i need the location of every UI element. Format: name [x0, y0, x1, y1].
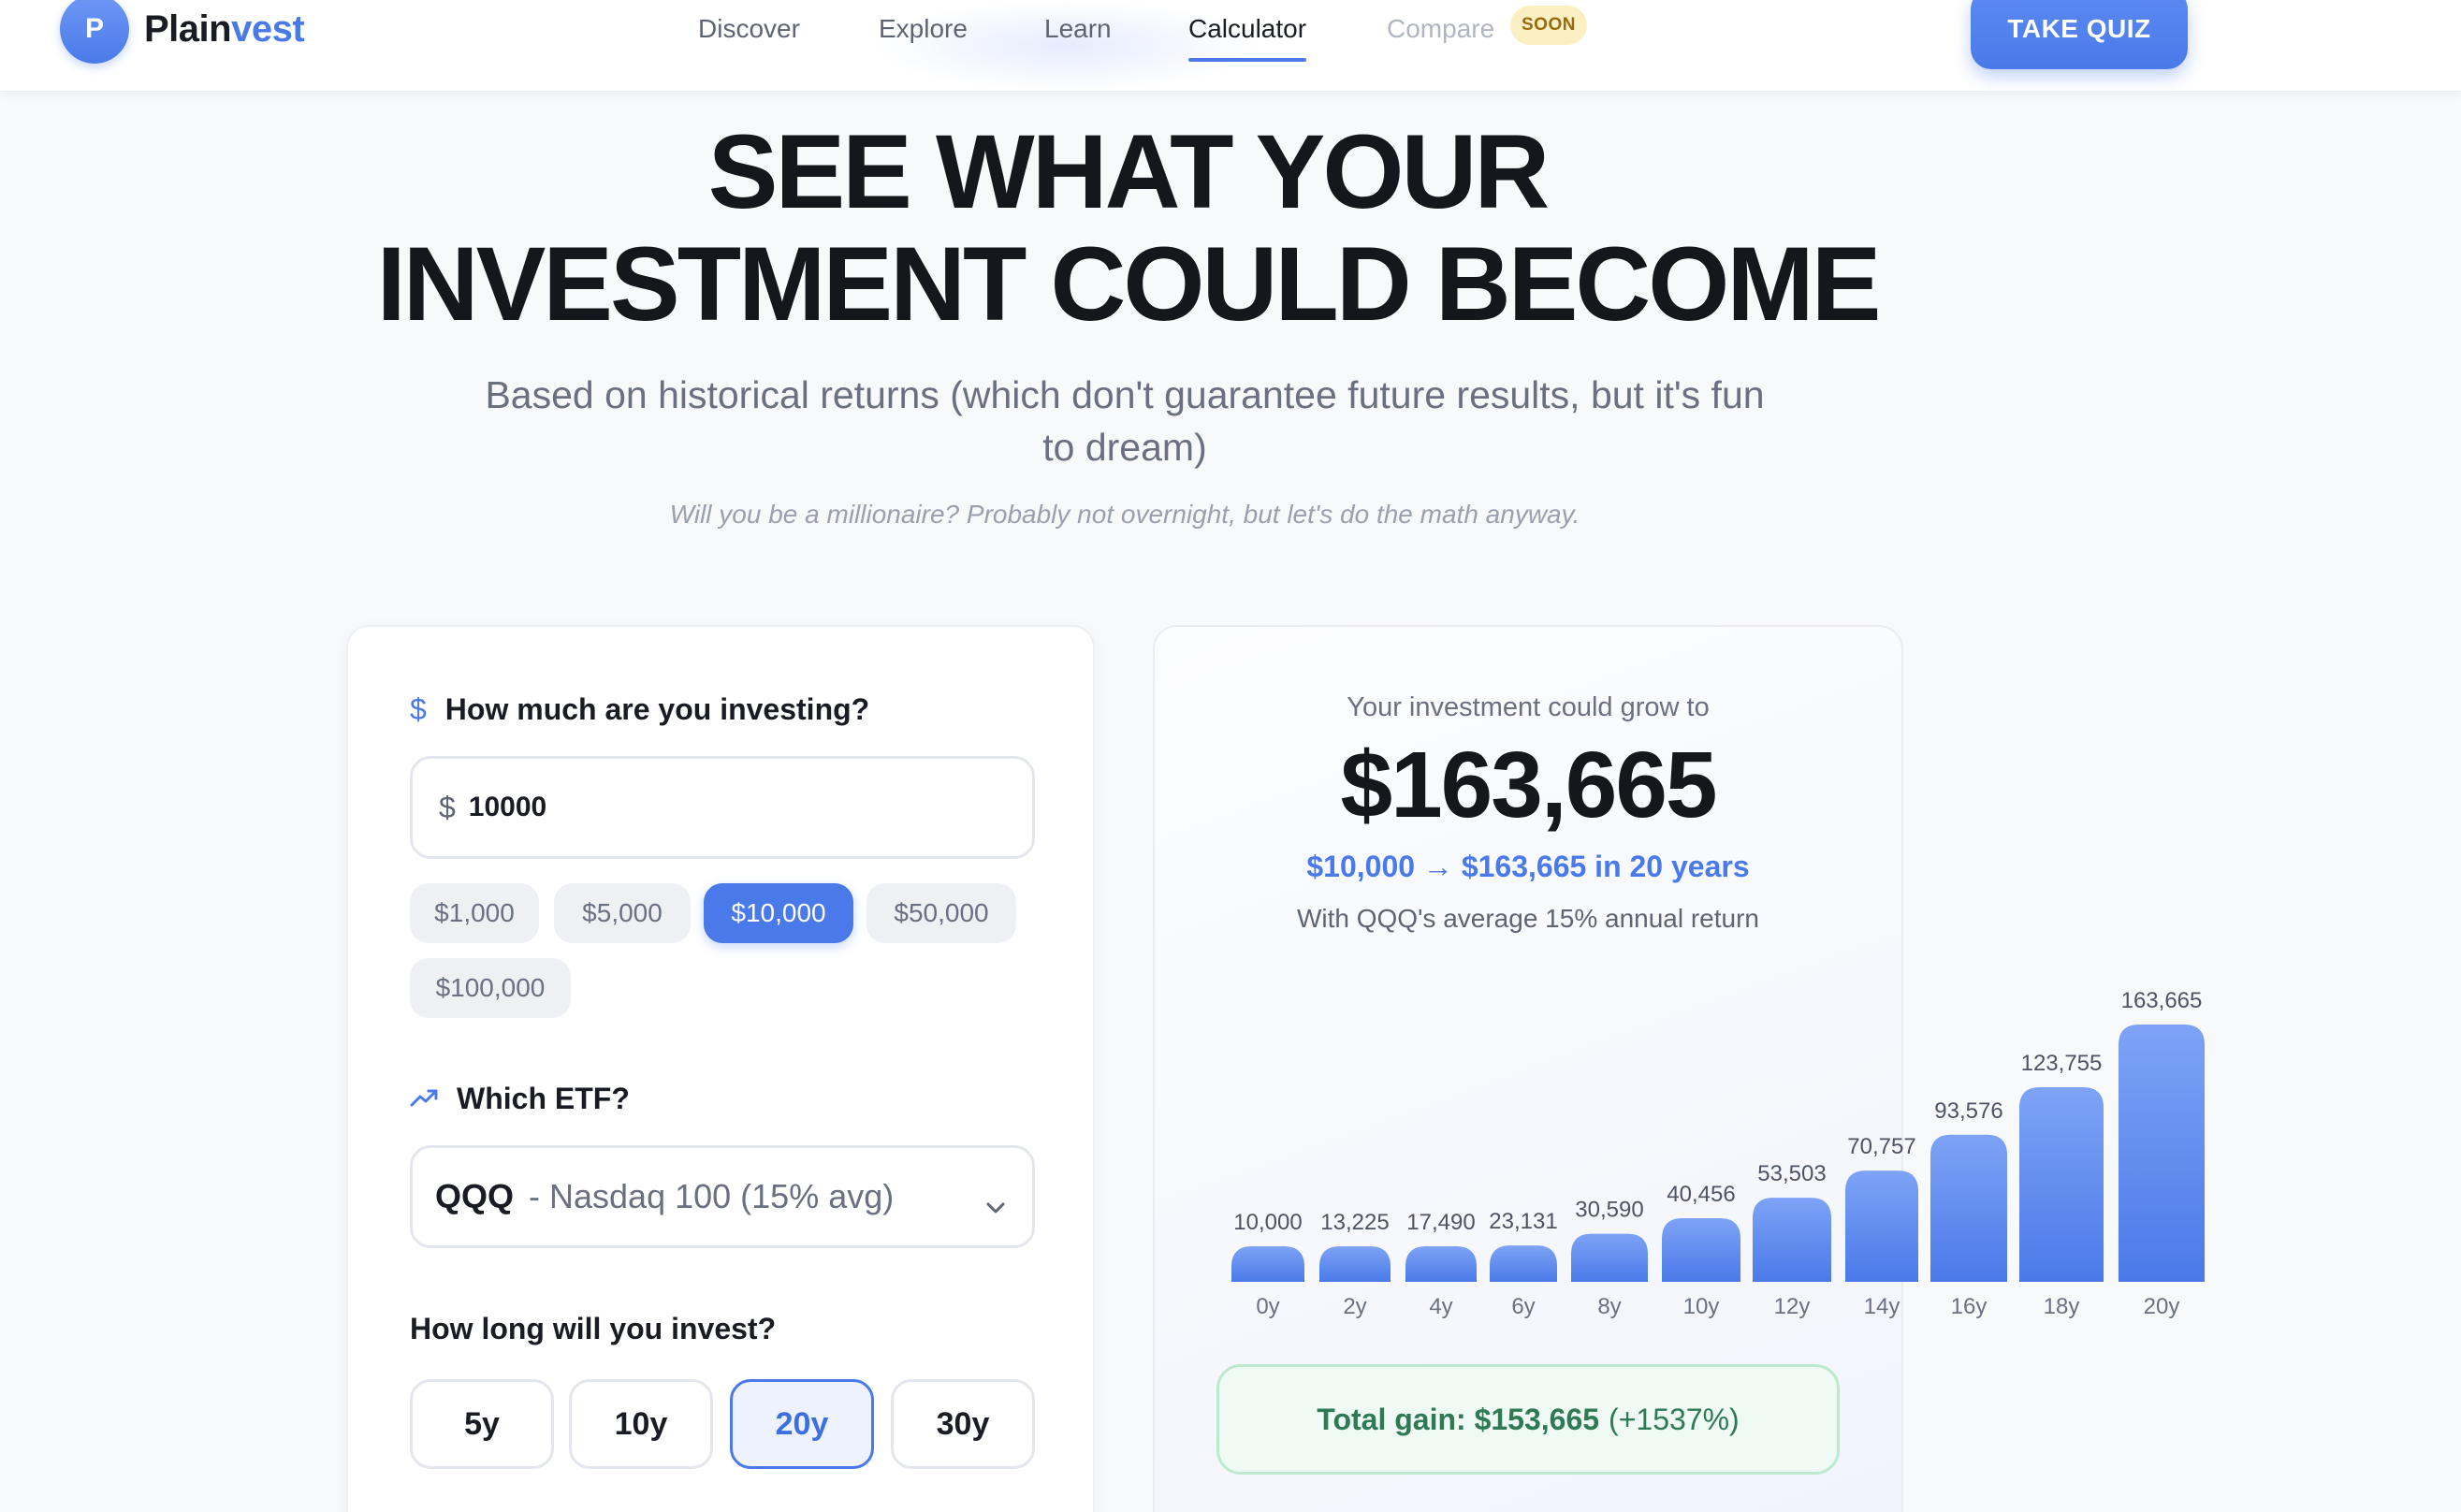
soon-badge: SOON: [1510, 6, 1587, 45]
chart-value-label: 123,755: [2021, 1051, 2103, 1076]
total-gain-box: Total gain: $153,665 (+1537%): [1216, 1364, 1840, 1475]
chart-x-tick-label: 0y: [1256, 1294, 1279, 1319]
chart-x-tick-label: 18y: [2044, 1294, 2080, 1319]
chart-value-label: 17,490: [1406, 1210, 1475, 1235]
chart-value-label: 93,576: [1934, 1098, 2002, 1124]
chart-bar-0y: [1231, 1246, 1304, 1282]
page-title-line2: INVESTMENT COULD BECOME: [376, 225, 1882, 342]
preset-5000-button[interactable]: $5,000: [554, 883, 691, 943]
return-note: With QQQ's average 15% annual return: [1296, 904, 1760, 933]
chart-bar-18y: [2019, 1087, 2104, 1282]
chart-bar-16y: [1930, 1134, 2007, 1282]
take-quiz-button[interactable]: TAKE QUIZ: [1971, 0, 2188, 69]
chart-bar-10y: [1662, 1218, 1740, 1282]
preset-1000-button[interactable]: $1,000: [410, 883, 539, 943]
preset-100000-button[interactable]: $100,000: [410, 958, 571, 1018]
page-subtitle: Based on historical returns (which don't…: [485, 373, 1765, 469]
nav-link-compare: Compare: [1387, 14, 1495, 43]
etf-select[interactable]: QQQ - Nasdaq 100 (15% avg): [410, 1145, 1035, 1248]
chart-bar-20y: [2119, 1025, 2205, 1282]
final-value: $163,665: [1340, 733, 1717, 837]
etf-question: Which ETF?: [410, 1082, 630, 1116]
dollar-icon: $: [410, 692, 427, 726]
duration-20y-button[interactable]: 20y: [730, 1379, 874, 1469]
amount-input[interactable]: $ 10000: [410, 756, 1035, 859]
growth-bar-chart: 10,000 13,225 17,490 23,131 30,590 40,456 53,5…: [1231, 988, 2205, 1319]
chart-value-label: 163,665: [2121, 988, 2203, 1013]
chart-value-label: 40,456: [1667, 1182, 1735, 1207]
nav-link-discover[interactable]: Discover: [698, 13, 800, 45]
amount-input-value: 10000: [468, 792, 547, 822]
chart-bar-2y: [1319, 1246, 1391, 1282]
chevron-down-icon: [985, 1184, 1006, 1223]
total-gain-text: Total gain: $153,665: [1317, 1402, 1600, 1436]
chart-value-label: 23,131: [1489, 1209, 1557, 1234]
chart-bar-8y: [1571, 1233, 1648, 1282]
preset-50000-button[interactable]: $50,000: [866, 883, 1016, 943]
chart-x-tick-label: 20y: [2144, 1294, 2180, 1319]
preset-10000-button[interactable]: $10,000: [704, 883, 853, 943]
chart-bar-4y: [1405, 1246, 1477, 1282]
chart-value-label: 10,000: [1233, 1210, 1302, 1235]
duration-5y-button[interactable]: 5y: [410, 1379, 554, 1469]
etf-question-label: Which ETF?: [457, 1082, 630, 1115]
nav-link-calculator[interactable]: Calculator: [1188, 13, 1307, 62]
page-title-line1: SEE WHAT YOUR: [707, 113, 1550, 230]
chart-x-tick-label: 16y: [1951, 1294, 1988, 1319]
page-note: Will you be a millionaire? Probably not …: [669, 500, 1580, 529]
chart-x-tick-label: 14y: [1864, 1294, 1900, 1319]
chart-x-ticks: 0y 2y 4y 6y 8y 10y 12y 14y 16y 18y 20y: [1256, 1294, 2179, 1319]
chart-x-tick-label: 12y: [1774, 1294, 1811, 1319]
chart-value-label: 70,757: [1847, 1134, 1915, 1159]
nav-link-explore[interactable]: Explore: [879, 13, 968, 45]
chart-value-label: 30,590: [1575, 1198, 1643, 1223]
total-gain-percent: (+1537%): [1609, 1402, 1740, 1436]
currency-symbol: $: [439, 790, 456, 824]
nav-link-learn[interactable]: Learn: [1044, 13, 1112, 45]
chart-x-tick-label: 4y: [1429, 1294, 1452, 1319]
top-navbar: P Plainvest Discover Explore Learn Calcu…: [0, 0, 2461, 92]
calculator-input-card: $ How much are you investing? $ 10000 $1…: [346, 625, 1095, 1512]
page-title: SEE WHAT YOUR INVESTMENT COULD BECOME: [0, 116, 2255, 341]
chart-x-tick-label: 10y: [1683, 1294, 1720, 1319]
chart-x-tick-label: 6y: [1511, 1294, 1535, 1319]
amount-question: $ How much are you investing?: [410, 692, 869, 727]
trending-up-icon: [410, 1082, 438, 1116]
etf-description: - Nasdaq 100 (15% avg): [529, 1177, 895, 1215]
chart-value-label: 53,503: [1757, 1161, 1826, 1186]
amount-question-label: How much are you investing?: [444, 692, 870, 726]
growth-summary: $10,000 → $163,665 in 20 years: [1306, 850, 1750, 883]
chart-bar-14y: [1845, 1170, 1918, 1282]
chart-bar-12y: [1753, 1198, 1831, 1282]
duration-question-label: How long will you invest?: [410, 1312, 777, 1345]
duration-10y-button[interactable]: 10y: [569, 1379, 713, 1469]
duration-30y-button[interactable]: 30y: [891, 1379, 1035, 1469]
chart-x-tick-label: 2y: [1343, 1294, 1366, 1319]
chart-value-label: 13,225: [1320, 1210, 1389, 1235]
chart-x-tick-label: 8y: [1597, 1294, 1621, 1319]
etf-ticker: QQQ: [435, 1177, 515, 1215]
duration-question: How long will you invest?: [410, 1312, 776, 1346]
chart-bar-6y: [1490, 1245, 1557, 1282]
result-label: Your investment could grow to: [1347, 692, 1710, 722]
